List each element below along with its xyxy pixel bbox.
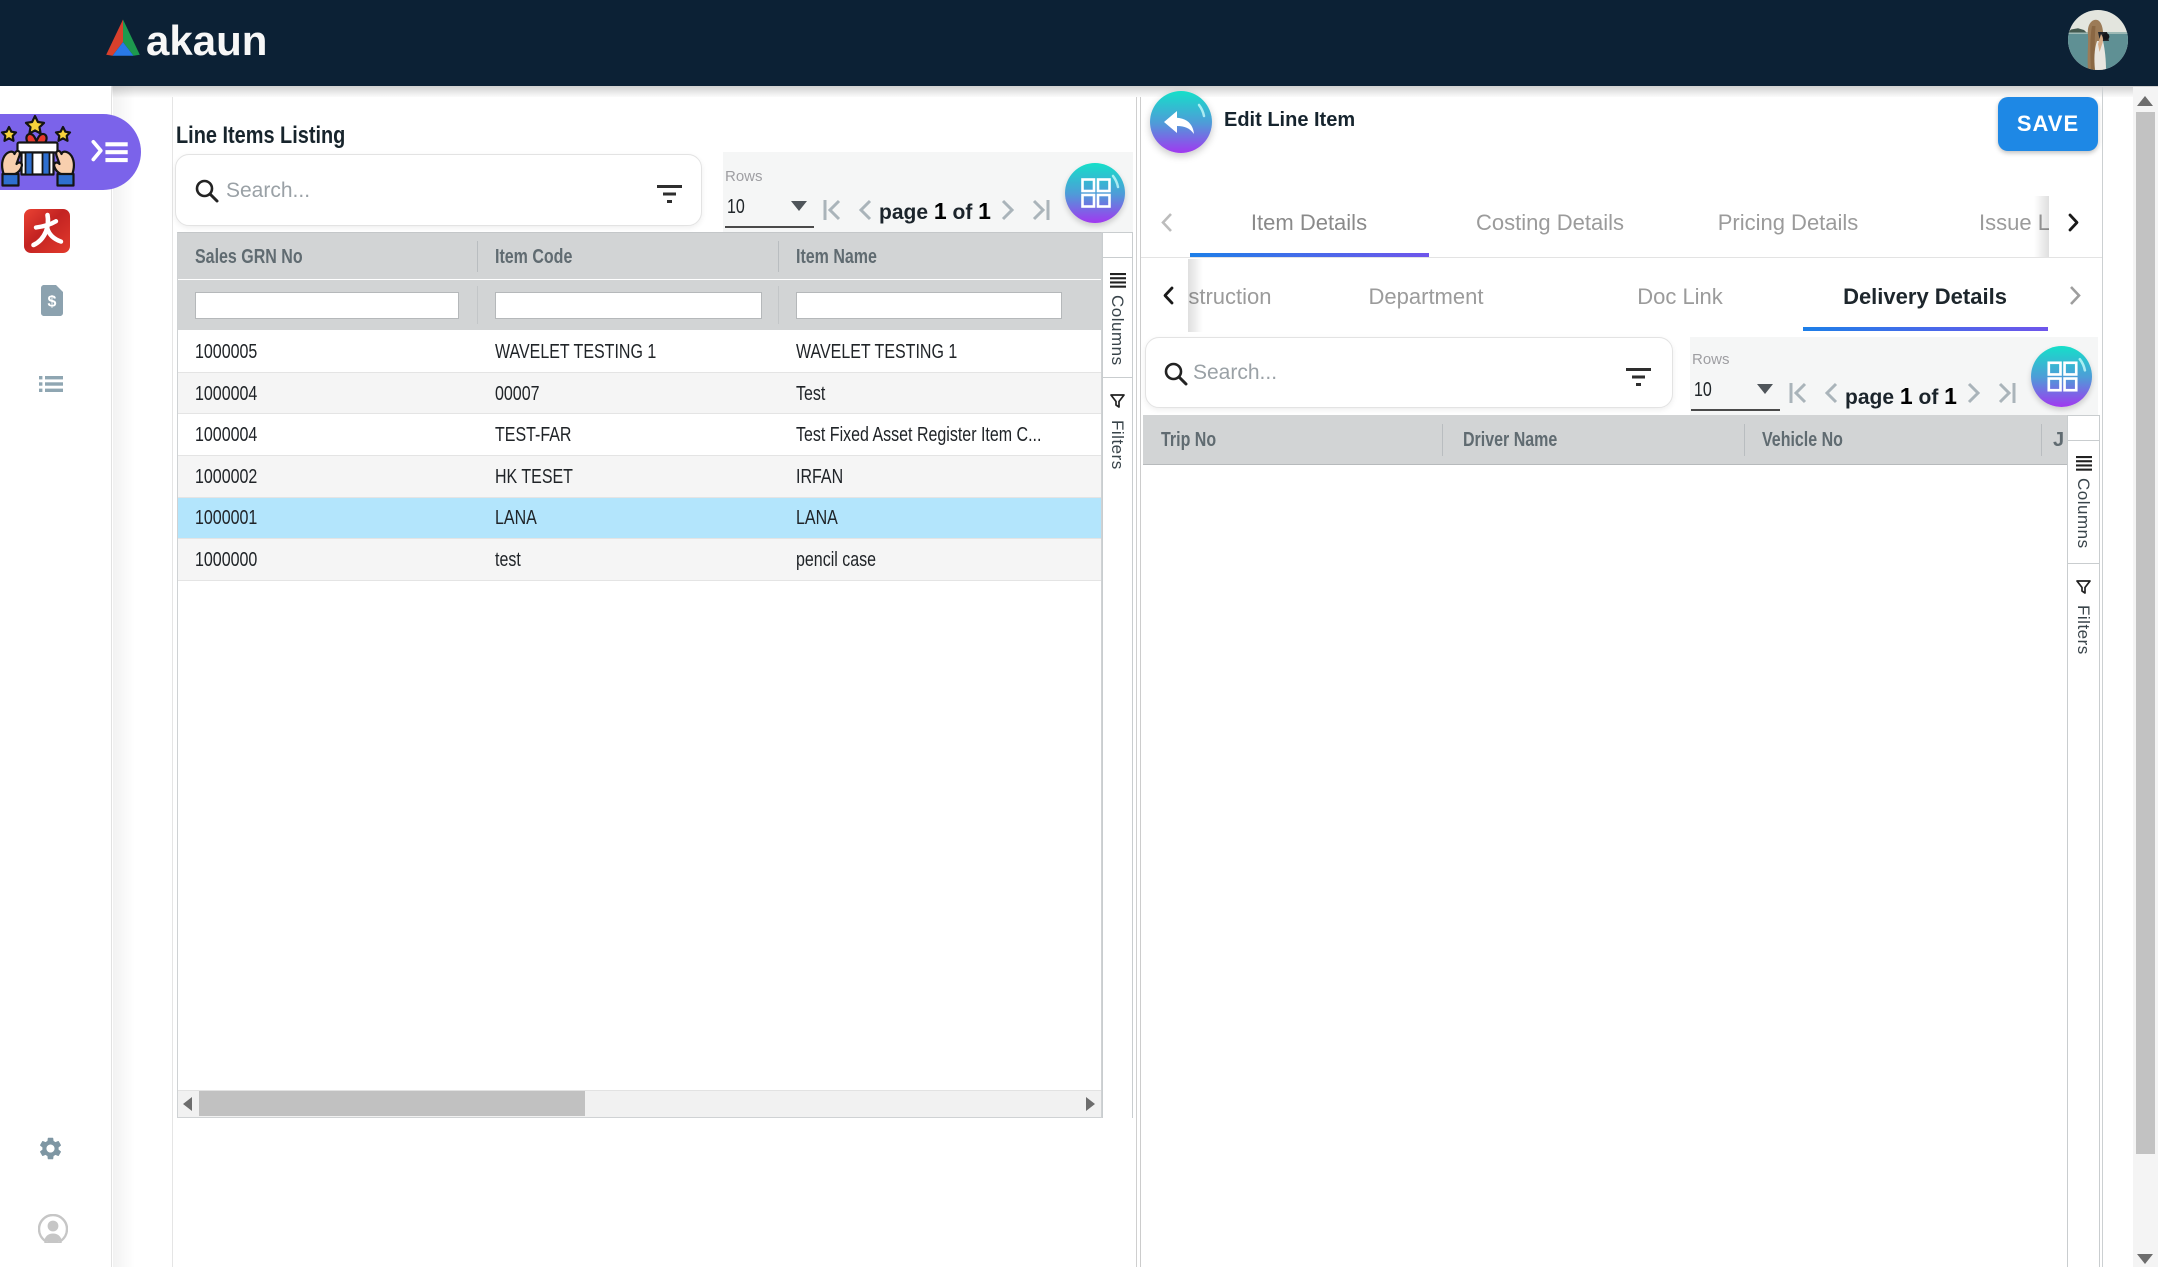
svg-text:$: $ — [48, 294, 57, 311]
